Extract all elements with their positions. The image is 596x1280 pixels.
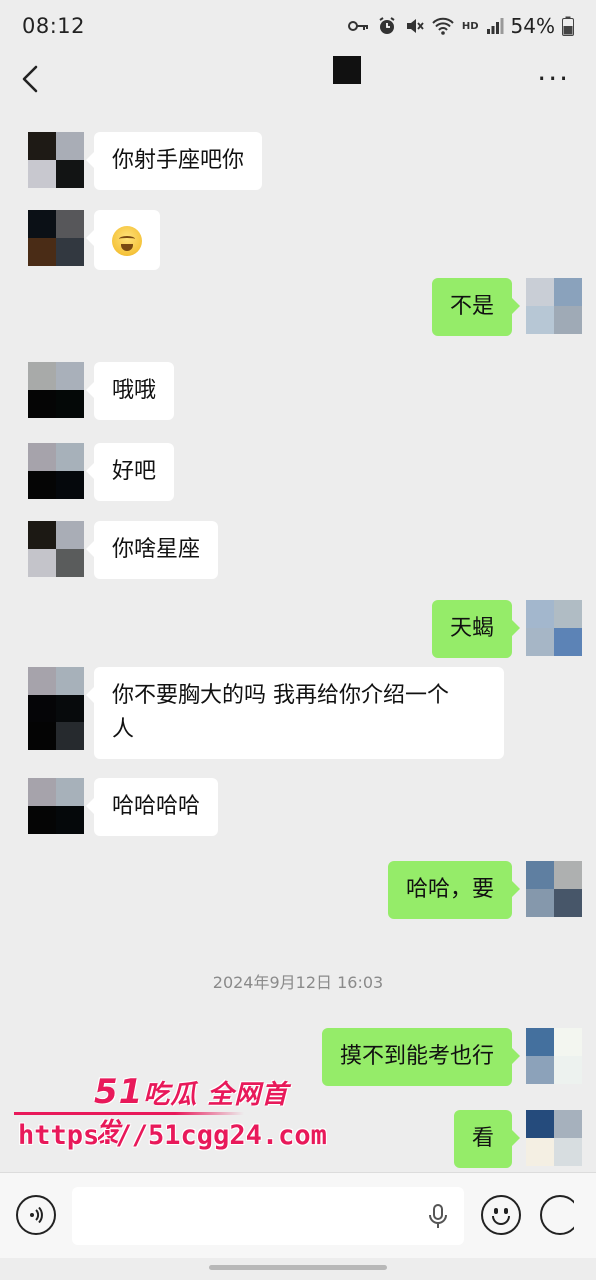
message-row: 你啥星座	[28, 521, 219, 579]
avatar[interactable]	[28, 778, 84, 834]
alarm-icon	[379, 17, 395, 34]
message-bubble[interactable]	[86, 210, 160, 270]
more-dots-icon[interactable]: ···	[537, 65, 570, 93]
message-row: 好吧	[28, 443, 175, 501]
status-icons: HD 54%	[347, 14, 574, 38]
avatar[interactable]	[28, 521, 84, 577]
avatar[interactable]	[28, 667, 84, 750]
message-text: 看	[471, 1126, 494, 1151]
chevron-left-icon[interactable]	[20, 64, 40, 94]
message-row: 你射手座吧你	[28, 132, 263, 190]
message-row: 哈哈哈哈	[28, 778, 219, 836]
message-input[interactable]	[72, 1187, 464, 1245]
input-bar	[0, 1172, 596, 1258]
avatar[interactable]	[526, 861, 582, 917]
mute-icon	[406, 19, 424, 33]
avatar[interactable]	[28, 132, 84, 188]
watermark-divider	[14, 1112, 244, 1115]
watermark-brand-number: 51	[94, 1072, 144, 1112]
message-row: 哦哦	[28, 362, 175, 420]
message-bubble[interactable]: 哈哈，要	[387, 861, 521, 919]
message-timestamp: 2024年9月12日 16:03	[212, 973, 384, 992]
signal-icon	[486, 18, 504, 34]
emoji-smile-mark	[492, 1216, 510, 1225]
key-icon	[347, 21, 368, 31]
avatar[interactable]	[526, 278, 582, 334]
message-row: 你不要胸大的吗 我再给你介绍一个 人	[28, 667, 504, 759]
message-bubble[interactable]: 不是	[431, 278, 521, 336]
avatar[interactable]	[526, 600, 582, 656]
watermark-url: https://51cgg24.com	[18, 1120, 327, 1151]
avatar[interactable]	[526, 1028, 582, 1084]
message-text: 天蝎	[449, 616, 494, 641]
avatar[interactable]	[28, 210, 84, 266]
message-text: 不是	[449, 294, 494, 319]
message-text: 摸不到能考也行	[339, 1044, 494, 1069]
message-bubble[interactable]: 看	[453, 1110, 521, 1168]
message-bubble[interactable]: 好吧	[85, 443, 175, 501]
message-text: 哈哈，要	[405, 877, 494, 902]
avatar[interactable]	[526, 1110, 582, 1166]
message-text: 你射手座吧你	[112, 148, 245, 173]
home-indicator	[209, 1265, 387, 1270]
status-bar: 08:12 HD 54%	[0, 0, 596, 52]
emoji-icon[interactable]	[481, 1195, 521, 1235]
message-bubble[interactable]: 你射手座吧你	[85, 132, 263, 190]
message-text: 哈哈哈哈	[112, 794, 201, 819]
message-row: 看	[453, 1110, 582, 1168]
crying-face-icon	[112, 226, 142, 256]
avatar[interactable]	[28, 362, 84, 418]
microphone-icon[interactable]	[427, 1203, 449, 1231]
avatar[interactable]	[28, 443, 84, 499]
status-time: 08:12	[22, 14, 86, 38]
message-bubble[interactable]: 你不要胸大的吗 我再给你介绍一个 人	[86, 667, 504, 759]
watermark-logo: 51吃瓜 全网首发 https://51cgg24.com	[14, 1072, 327, 1162]
message-text: 你不要胸大的吗 我再给你介绍一个 人	[112, 683, 449, 742]
chat-nav-bar: ···	[0, 52, 596, 106]
message-row: 摸不到能考也行	[321, 1028, 582, 1086]
message-text: 好吧	[112, 459, 157, 484]
voice-mode-icon[interactable]	[16, 1195, 56, 1235]
message-bubble[interactable]: 你啥星座	[85, 521, 219, 579]
battery-level: 54%	[510, 14, 555, 38]
message-bubble[interactable]: 哦哦	[85, 362, 175, 420]
message-row	[28, 210, 160, 270]
message-row: 不是	[431, 278, 582, 336]
message-text: 哦哦	[112, 378, 157, 403]
message-bubble[interactable]: 天蝎	[431, 600, 521, 658]
message-bubble[interactable]: 哈哈哈哈	[85, 778, 219, 836]
message-row: 哈哈，要	[387, 861, 582, 919]
hd-icon: HD	[461, 20, 479, 32]
message-text: 你啥星座	[112, 537, 201, 562]
wifi-icon	[432, 17, 454, 35]
message-row: 天蝎	[431, 600, 582, 658]
chat-title-redacted	[333, 56, 361, 84]
battery-icon	[562, 16, 574, 36]
message-bubble[interactable]: 摸不到能考也行	[321, 1028, 521, 1086]
plus-icon[interactable]	[540, 1195, 574, 1235]
